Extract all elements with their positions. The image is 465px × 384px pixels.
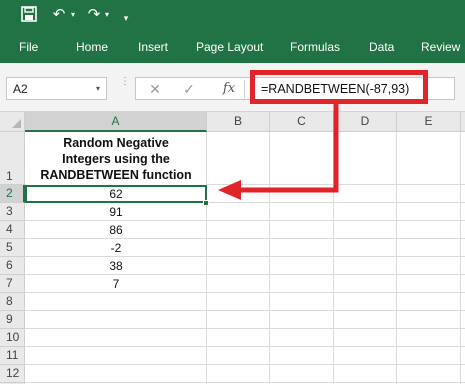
tab-insert[interactable]: Insert xyxy=(138,39,168,55)
cell-a6[interactable]: 38 xyxy=(26,258,206,274)
row-header-8[interactable]: 8 xyxy=(0,293,25,311)
grid-line xyxy=(25,382,465,383)
header-line-3: RANDBETWEEN function xyxy=(40,168,192,182)
row-header-3[interactable]: 3 xyxy=(0,203,25,221)
row-header-10[interactable]: 10 xyxy=(0,329,25,347)
ribbon-tabs: File Home Insert Page Layout Formulas Da… xyxy=(0,31,465,63)
undo-icon[interactable]: ↶ xyxy=(50,6,68,24)
row-header-7[interactable]: 7 xyxy=(0,275,25,293)
cancel-icon[interactable]: ✕ xyxy=(146,80,164,98)
grid-line xyxy=(25,274,465,275)
name-box-value: A2 xyxy=(13,82,28,96)
tab-formulas[interactable]: Formulas xyxy=(290,39,340,55)
name-box[interactable]: A2 ▾ xyxy=(6,77,107,100)
grid-line xyxy=(25,238,465,239)
row-header-12[interactable]: 12 xyxy=(0,365,25,383)
column-header-f-partial[interactable] xyxy=(461,112,465,132)
grid-line xyxy=(25,346,465,347)
fill-handle[interactable] xyxy=(203,200,209,206)
cell-a1-header[interactable]: Random Negative Integers using the RANDB… xyxy=(26,133,206,185)
drag-handle-icon[interactable]: ⋮ xyxy=(120,77,130,97)
cell-a3[interactable]: 91 xyxy=(26,204,206,220)
formula-highlight-box xyxy=(250,70,428,104)
enter-icon[interactable]: ✓ xyxy=(180,80,198,98)
grid-line xyxy=(25,256,465,257)
tab-data[interactable]: Data xyxy=(369,39,394,55)
undo-dropdown-icon[interactable]: ▾ xyxy=(69,6,77,24)
row-header-4[interactable]: 4 xyxy=(0,221,25,239)
row-header-1[interactable]: 1 xyxy=(0,132,25,185)
formula-bar-divider xyxy=(244,80,245,98)
tab-page-layout[interactable]: Page Layout xyxy=(196,39,263,55)
insert-function-icon[interactable]: fx xyxy=(220,80,238,98)
tab-home[interactable]: Home xyxy=(76,39,108,55)
redo-icon[interactable]: ↷ xyxy=(85,6,103,24)
column-header-c[interactable]: C xyxy=(270,112,334,132)
column-header-b[interactable]: B xyxy=(207,112,270,132)
row-header-5[interactable]: 5 xyxy=(0,239,25,257)
grid-line xyxy=(25,292,465,293)
tab-file[interactable]: File xyxy=(19,39,38,55)
grid-line xyxy=(25,310,465,311)
grid-line xyxy=(25,364,465,365)
select-all-triangle-icon xyxy=(12,119,21,128)
grid-line xyxy=(25,220,465,221)
header-line-1: Random Negative xyxy=(63,136,169,150)
redo-dropdown-icon[interactable]: ▾ xyxy=(103,6,111,24)
tab-review[interactable]: Review xyxy=(421,39,460,55)
grid-line xyxy=(25,328,465,329)
row-header-6[interactable]: 6 xyxy=(0,257,25,275)
cell-a5[interactable]: -2 xyxy=(26,240,206,256)
cell-a7[interactable]: 7 xyxy=(26,276,206,292)
save-icon[interactable] xyxy=(21,6,37,24)
quick-access-toolbar: ↶ ▾ ↷ ▾ ▾ xyxy=(0,0,465,31)
cell-a4[interactable]: 86 xyxy=(26,222,206,238)
column-header-a[interactable]: A xyxy=(25,112,207,132)
active-cell-border xyxy=(25,185,207,203)
customize-toolbar-icon[interactable]: ▾ xyxy=(121,9,131,27)
row-header-11[interactable]: 11 xyxy=(0,347,25,365)
column-header-d[interactable]: D xyxy=(334,112,397,132)
select-all-corner[interactable] xyxy=(0,112,25,132)
row-header-9[interactable]: 9 xyxy=(0,311,25,329)
header-line-2: Integers using the xyxy=(62,152,170,166)
row-header-2[interactable]: 2 xyxy=(0,185,25,203)
column-header-e[interactable]: E xyxy=(397,112,461,132)
chevron-down-icon[interactable]: ▾ xyxy=(96,84,100,93)
